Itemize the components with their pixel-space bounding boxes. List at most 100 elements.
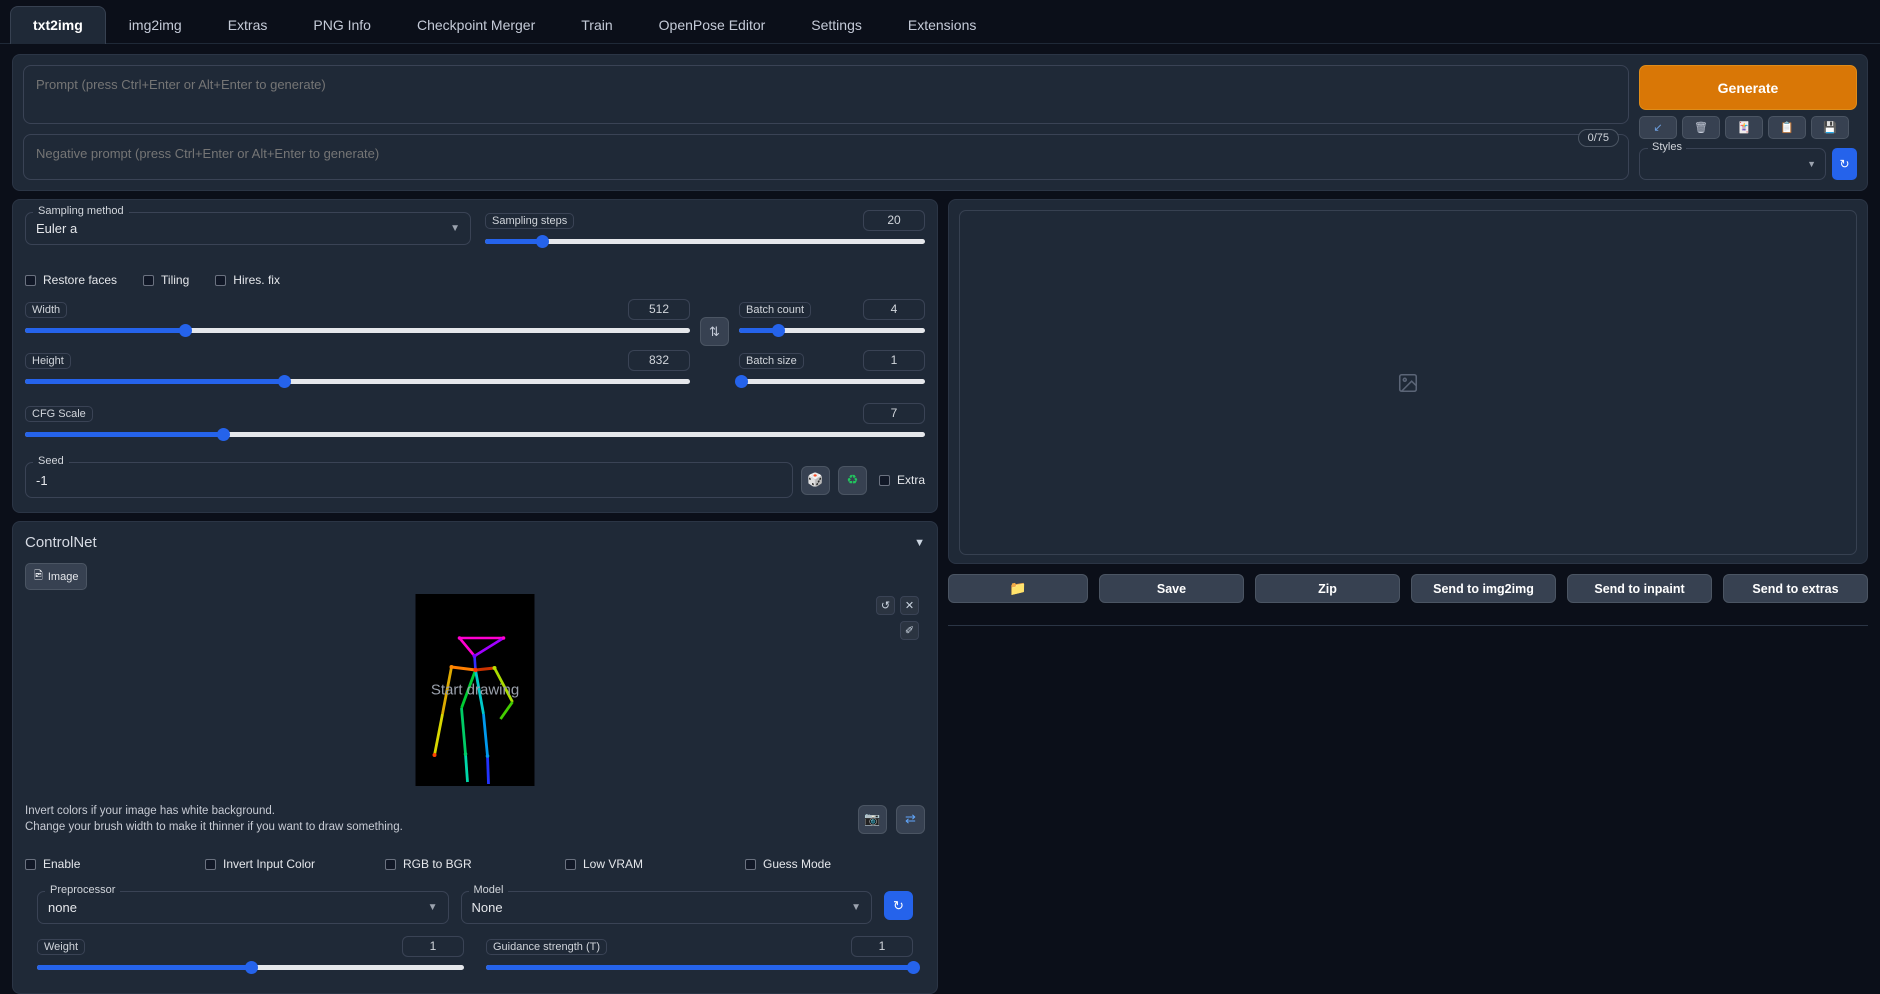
send-to-inpaint-button[interactable]: Send to inpaint: [1567, 574, 1712, 603]
sampling-steps-value[interactable]: 20: [863, 210, 925, 231]
batch-count-value[interactable]: 4: [863, 299, 925, 320]
preprocessor-model-row: Preprocessor none ▼ Model None ▼ ↻: [25, 884, 925, 924]
zip-button[interactable]: Zip: [1255, 574, 1400, 603]
styles-row: Styles ▼ ↻: [1639, 141, 1857, 180]
paint-card-icon[interactable]: 🃏: [1725, 116, 1763, 139]
tab-txt2img[interactable]: txt2img: [10, 6, 106, 44]
styles-refresh-button[interactable]: ↻: [1832, 148, 1857, 180]
right-column: 📁 Save Zip Send to img2img Send to inpai…: [948, 199, 1868, 994]
enable-checkbox[interactable]: [25, 858, 36, 870]
trash-icon[interactable]: 🗑: [1682, 116, 1720, 139]
preprocessor-value: none: [48, 900, 77, 915]
cfg-scale-slider[interactable]: [25, 424, 925, 446]
tab-openpose-editor[interactable]: OpenPose Editor: [636, 6, 789, 44]
extra-seed-checkbox-row[interactable]: Extra: [878, 473, 925, 487]
slider-thumb[interactable]: [278, 375, 292, 388]
weight-value[interactable]: 1: [402, 936, 464, 957]
tab-train[interactable]: Train: [558, 6, 635, 44]
batch-size-label: Batch size: [739, 352, 804, 369]
slider-fill: [25, 432, 223, 437]
tiling-checkbox-row[interactable]: Tiling: [143, 273, 189, 287]
webcam-button[interactable]: 📷: [858, 804, 887, 834]
send-to-extras-button[interactable]: Send to extras: [1723, 574, 1868, 603]
positive-prompt-input[interactable]: [23, 65, 1629, 124]
tab-img2img[interactable]: img2img: [106, 6, 205, 44]
batch-size-slider[interactable]: [734, 371, 925, 393]
model-select[interactable]: None ▼: [460, 891, 872, 924]
generate-button[interactable]: Generate: [1639, 65, 1857, 110]
slider-thumb[interactable]: [772, 324, 786, 337]
rgb-to-bgr-checkbox[interactable]: [385, 858, 396, 870]
restore-faces-checkbox[interactable]: [25, 274, 36, 286]
slider-thumb[interactable]: [907, 961, 920, 974]
tab-settings[interactable]: Settings: [788, 6, 885, 44]
slider-thumb[interactable]: [536, 235, 550, 248]
swap-width-height-button[interactable]: ⇅: [700, 317, 729, 346]
controlnet-canvas-zone[interactable]: Start drawing ↺ ✕ ✐: [25, 594, 925, 799]
model-refresh-button[interactable]: ↻: [884, 891, 913, 920]
hires-fix-checkbox-row[interactable]: Hires. fix: [215, 273, 280, 287]
height-slider[interactable]: [25, 371, 690, 393]
seed-input[interactable]: -1: [25, 462, 793, 498]
restore-faces-checkbox-row[interactable]: Restore faces: [25, 273, 117, 287]
guess-mode-checkbox[interactable]: [745, 858, 756, 870]
height-value[interactable]: 832: [628, 350, 690, 371]
sampling-steps-head: Sampling steps 20: [485, 210, 925, 231]
controlnet-header[interactable]: ControlNet ▼: [25, 534, 925, 551]
extra-seed-checkbox[interactable]: [878, 474, 890, 486]
arrow-down-left-icon[interactable]: ↙: [1639, 116, 1677, 139]
width-value[interactable]: 512: [628, 299, 690, 320]
clear-icon[interactable]: ✕: [900, 596, 919, 615]
recycle-seed-button[interactable]: ♻: [837, 465, 867, 495]
controlnet-panel: ControlNet ▼ 🖻 Image Start drawing ↺ ✕ ✐…: [12, 521, 938, 994]
height-head: Height 832: [25, 350, 690, 371]
slider-fill: [37, 965, 251, 970]
tab-checkpoint-merger[interactable]: Checkpoint Merger: [394, 6, 558, 44]
tab-extensions[interactable]: Extensions: [885, 6, 999, 44]
low-vram-checkbox-row[interactable]: Low VRAM: [565, 857, 745, 871]
cfg-scale-value[interactable]: 7: [863, 403, 925, 424]
slider-thumb[interactable]: [217, 428, 230, 441]
controlnet-image-tab[interactable]: 🖻 Image: [25, 563, 88, 590]
floppy-save-icon[interactable]: 💾: [1811, 116, 1849, 139]
invert-input-color-checkbox[interactable]: [205, 858, 216, 870]
clipboard-icon[interactable]: 📋: [1768, 116, 1806, 139]
mirror-button[interactable]: ⇄: [896, 804, 925, 834]
batch-size-value[interactable]: 1: [863, 350, 925, 371]
brush-icon[interactable]: ✐: [900, 621, 919, 640]
styles-dropdown[interactable]: Styles ▼: [1639, 141, 1826, 180]
low-vram-checkbox[interactable]: [565, 858, 576, 870]
controlnet-checkbox-row: Enable Invert Input Color RGB to BGR Low…: [25, 857, 925, 871]
dimensions-batch-row: Width 512 Height 832 ⇅ Batch count 4 Bat…: [25, 299, 925, 393]
slider-thumb[interactable]: [244, 961, 258, 974]
sampling-steps-slider[interactable]: [485, 231, 925, 253]
tab-png-info[interactable]: PNG Info: [290, 6, 394, 44]
enable-checkbox-row[interactable]: Enable: [25, 857, 205, 871]
undo-icon[interactable]: ↺: [876, 596, 895, 615]
controlnet-hints: Invert colors if your image has white ba…: [25, 803, 858, 835]
negative-prompt-input[interactable]: [23, 133, 1629, 180]
slider-thumb[interactable]: [734, 375, 748, 388]
send-to-img2img-button[interactable]: Send to img2img: [1411, 574, 1556, 603]
weight-slider[interactable]: [37, 957, 464, 979]
batch-count-slider[interactable]: [739, 320, 925, 342]
tiling-checkbox[interactable]: [143, 274, 155, 286]
tab-extras[interactable]: Extras: [205, 6, 291, 44]
styles-label: Styles: [1648, 141, 1686, 153]
slider-thumb[interactable]: [178, 324, 192, 337]
enable-label: Enable: [43, 857, 81, 871]
openpose-skeleton-image[interactable]: Start drawing: [415, 594, 535, 786]
output-action-buttons: 📁 Save Zip Send to img2img Send to inpai…: [948, 574, 1868, 603]
guidance-strength-slider[interactable]: [486, 957, 920, 979]
open-folder-button[interactable]: 📁: [948, 574, 1088, 603]
guidance-strength-value[interactable]: 1: [851, 936, 913, 957]
width-slider[interactable]: [25, 320, 690, 342]
chevron-down-icon[interactable]: ▼: [914, 537, 925, 549]
hires-fix-checkbox[interactable]: [215, 274, 227, 286]
guess-mode-checkbox-row[interactable]: Guess Mode: [745, 857, 831, 871]
random-seed-button[interactable]: 🎲: [800, 465, 830, 495]
invert-input-color-checkbox-row[interactable]: Invert Input Color: [205, 857, 385, 871]
rgb-to-bgr-checkbox-row[interactable]: RGB to BGR: [385, 857, 565, 871]
save-button[interactable]: Save: [1099, 574, 1244, 603]
output-gallery[interactable]: [959, 210, 1857, 555]
